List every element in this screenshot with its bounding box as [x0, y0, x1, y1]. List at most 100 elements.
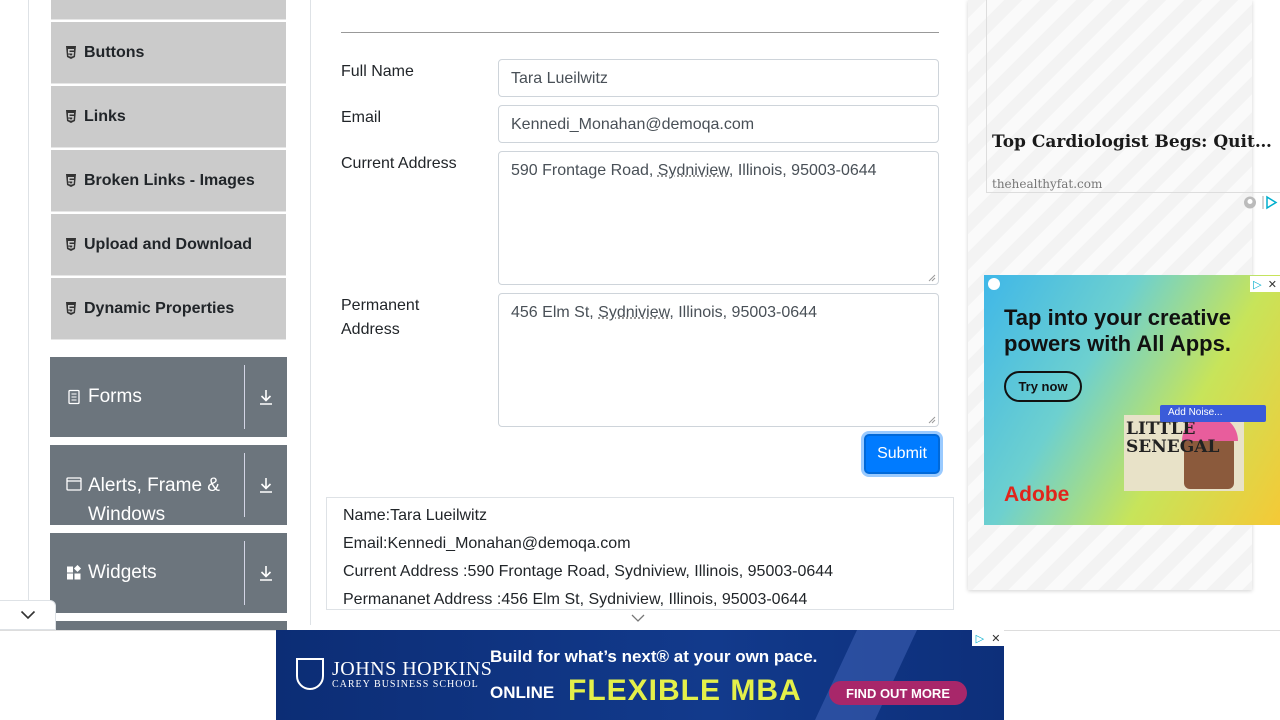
permanent-address-city: Sydniview [598, 304, 670, 321]
adobe-logo: Adobe [1004, 483, 1070, 506]
banner-ad-choices[interactable]: ▷ ✕ [972, 630, 1004, 646]
html5-icon [66, 46, 76, 59]
close-icon[interactable]: ✕ [1268, 278, 1277, 291]
sidebar-item-label: Upload and Download [84, 235, 252, 253]
native-ad-image[interactable] [986, 0, 1252, 192]
jhu-logo-subtitle: CAREY BUSINESS SCHOOL [332, 678, 479, 690]
output-name: Name:Tara Lueilwitz [343, 507, 488, 524]
banner-line-1: Build for what’s next® at your own pace. [490, 647, 818, 666]
permanent-address-label: Permanent Address [341, 294, 419, 342]
adobe-try-now-button[interactable]: Try now [1004, 371, 1082, 402]
html5-icon [66, 238, 76, 251]
collapse-sidebar-button[interactable] [0, 600, 56, 630]
resize-handle-icon[interactable] [928, 274, 936, 282]
sidebar-group-partial[interactable] [50, 621, 287, 630]
group-separator [244, 541, 245, 605]
adobe-headline-line2: powers with All Apps. [1004, 331, 1231, 356]
group-separator [244, 453, 245, 517]
sidebar-item-label: Buttons [84, 43, 145, 61]
expand-widgets-button[interactable] [245, 533, 287, 613]
full-name-value: Tara Lueilwitz [511, 70, 608, 87]
group-label: Widgets [88, 562, 157, 583]
group-label-wrap: Alerts, Frame & Windows [88, 471, 220, 529]
jhu-logo: JOHNS HOPKINS CAREY BUSINESS SCHOOL [296, 658, 492, 690]
shield-icon [296, 658, 324, 690]
output-permanent-address: Permananet Address :456 Elm St, Sydnivie… [343, 591, 808, 608]
jhu-logo-title: JOHNS HOPKINS [332, 657, 493, 680]
chevron-down-icon [20, 610, 35, 620]
document-icon [68, 389, 80, 405]
sidebar-group-widgets[interactable]: Widgets [50, 533, 287, 613]
window-icon [66, 477, 82, 491]
permanent-address-label-line1: Permanent [341, 297, 420, 314]
sidebar-item-label: Dynamic Properties [84, 299, 235, 317]
left-divider [28, 0, 29, 625]
full-name-input[interactable]: Tara Lueilwitz [498, 59, 939, 97]
ad-choices-icon[interactable]: ▷ [976, 632, 984, 645]
sidebar-group-alerts[interactable]: Alerts, Frame & Windows [50, 445, 287, 525]
ad-divider [986, 192, 1280, 193]
widgets-icon [67, 565, 82, 580]
download-arrow-icon [260, 390, 272, 405]
permanent-address-text-start: 456 Elm St, [511, 304, 599, 321]
poster-text-1: LITTLE [1126, 419, 1196, 439]
banner-flexible-mba: FLEXIBLE MBA [568, 674, 802, 707]
permanent-address-text-end: , Illinois, 95003-0644 [669, 304, 817, 321]
ad-privacy-icon[interactable] [988, 278, 1000, 290]
adobe-ad-poster-image: LITTLE SENEGAL [1124, 415, 1244, 491]
sidebar-item-partial[interactable] [51, 0, 286, 20]
poster-text-2: SENEGAL [1126, 437, 1220, 457]
group-label: Forms [88, 386, 142, 407]
current-address-city: Sydniview [657, 162, 729, 179]
group-separator [244, 365, 245, 429]
native-ad-headline[interactable]: Top Cardiologist Begs: Quit Eating Blueb… [992, 132, 1276, 152]
sidebar-divider [310, 0, 311, 625]
email-label: Email [341, 109, 382, 126]
permanent-address-textarea[interactable]: 456 Elm St, Sydniview, Illinois, 95003-0… [498, 293, 939, 427]
banner-online: ONLINE [490, 683, 555, 702]
ad-choices-icon[interactable]: ▷ [1253, 278, 1261, 291]
sidebar-item-dynamic-properties[interactable]: Dynamic Properties [51, 278, 286, 340]
form-divider [341, 32, 939, 33]
adobe-add-noise-tag: Add Noise... [1160, 405, 1266, 422]
current-address-label: Current Address [341, 155, 457, 172]
email-value: Kennedi_Monahan@demoqa.com [511, 116, 755, 133]
sidebar-item-label: Broken Links - Images [84, 171, 255, 189]
sidebar-item-links[interactable]: Links [51, 86, 286, 148]
adobe-ad-headline: Tap into your creative powers with All Ap… [1004, 305, 1231, 357]
html5-icon [66, 302, 76, 315]
download-arrow-icon [260, 478, 272, 493]
sidebar-item-label: Links [84, 107, 126, 125]
sidebar-item-buttons[interactable]: Buttons [51, 22, 286, 84]
group-label: Alerts, Frame & [88, 475, 220, 496]
output-panel: Name:Tara Lueilwitz Email:Kennedi_Monaha… [326, 497, 954, 610]
submit-button[interactable]: Submit [864, 434, 940, 474]
adobe-headline-line1: Tap into your creative [1004, 305, 1231, 330]
chevron-down-icon[interactable] [630, 612, 646, 624]
ad-choices-close[interactable]: ▷ ✕ [1250, 276, 1280, 292]
download-arrow-icon [260, 566, 272, 581]
group-label-line2: Windows [88, 504, 166, 525]
bottom-banner-ad[interactable]: JOHNS HOPKINS CAREY BUSINESS SCHOOL Buil… [276, 630, 1004, 720]
expand-alerts-button[interactable] [245, 445, 287, 525]
full-name-label: Full Name [341, 63, 414, 80]
ad-choices-icon[interactable] [1243, 195, 1280, 210]
sidebar-item-broken-links[interactable]: Broken Links - Images [51, 150, 286, 212]
current-address-textarea[interactable]: 590 Frontage Road, Sydniview, Illinois, … [498, 151, 939, 285]
native-ad-source[interactable]: thehealthyfat.com [992, 177, 1102, 191]
close-icon[interactable]: ✕ [991, 632, 1000, 645]
current-address-text-end: , Illinois, 95003-0644 [728, 162, 877, 179]
sidebar-group-forms[interactable]: Forms [50, 357, 287, 437]
expand-forms-button[interactable] [245, 357, 287, 437]
page: Buttons Links Broken Links - Images Uplo… [0, 0, 1280, 720]
sidebar-item-upload-download[interactable]: Upload and Download [51, 214, 286, 276]
resize-handle-icon[interactable] [928, 416, 936, 424]
html5-icon [66, 174, 76, 187]
banner-find-out-more-button[interactable]: FIND OUT MORE [829, 681, 967, 705]
email-input[interactable]: Kennedi_Monahan@demoqa.com [498, 105, 939, 143]
output-current-address: Current Address :590 Frontage Road, Sydn… [343, 563, 834, 580]
permanent-address-label-line2: Address [341, 321, 400, 338]
output-email: Email:Kennedi_Monahan@demoqa.com [343, 535, 631, 552]
adobe-ad-banner[interactable]: Tap into your creative powers with All Ap… [984, 275, 1280, 525]
banner-stripe [815, 630, 917, 720]
